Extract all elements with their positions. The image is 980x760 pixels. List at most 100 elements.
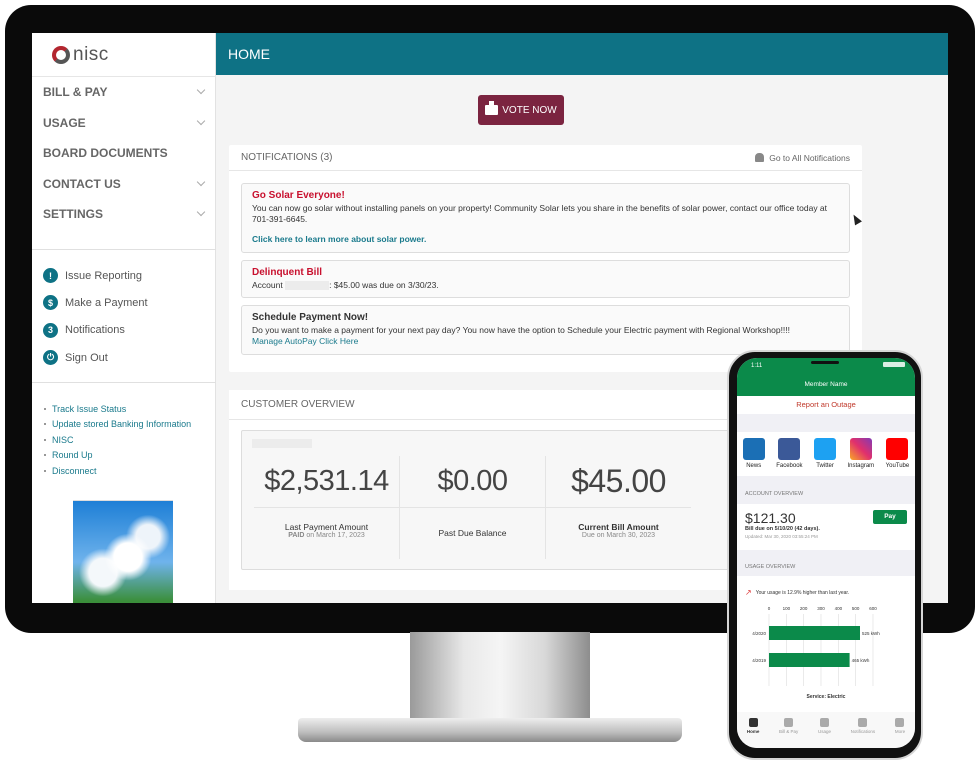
quick-make-a-payment[interactable]: $ Make a Payment bbox=[32, 289, 216, 316]
x-tick-label: 100 bbox=[783, 606, 791, 611]
chevron-down-icon bbox=[196, 86, 206, 95]
usage-overview-title: USAGE OVERVIEW bbox=[745, 564, 796, 570]
youtube-icon bbox=[886, 438, 909, 460]
facebook-icon bbox=[778, 438, 801, 460]
nav-usage[interactable]: USAGE bbox=[32, 108, 216, 139]
notification-delinquent: Delinquent Bill Account : $45.00 was due… bbox=[241, 260, 850, 298]
social-links: News Facebook Twitter Instagram YouTube bbox=[737, 432, 915, 476]
home-icon bbox=[748, 718, 758, 727]
go-to-all-notifications-link[interactable]: Go to All Notifications bbox=[755, 153, 850, 163]
link-update-stored-banking-information[interactable]: Update stored Banking Information bbox=[44, 417, 216, 433]
sky-photo bbox=[73, 500, 173, 603]
nav-settings[interactable]: SETTINGS bbox=[32, 199, 216, 230]
nav-label: CONTACT US bbox=[43, 176, 121, 191]
x-tick-label: 600 bbox=[869, 606, 877, 611]
data-label: 525 kWh bbox=[862, 631, 880, 636]
notification-body: You can now go solar without installing … bbox=[252, 203, 828, 224]
phone-frame: 1:11 Member Name Report an Outage News Fa… bbox=[727, 350, 923, 760]
link-disconnect[interactable]: Disconnect bbox=[44, 463, 216, 479]
pay-button[interactable]: Pay bbox=[873, 510, 907, 524]
chevron-down-icon bbox=[196, 208, 206, 217]
data-label: 465 kWh bbox=[852, 658, 870, 663]
notifications-icon bbox=[858, 718, 868, 727]
phone-screen: 1:11 Member Name Report an Outage News Fa… bbox=[737, 358, 915, 748]
redacted-account-name bbox=[252, 439, 312, 448]
nav-label: BOARD DOCUMENTS bbox=[43, 146, 168, 161]
nav-contact-us[interactable]: CONTACT US bbox=[32, 169, 216, 200]
tab-notifications[interactable]: Notifications bbox=[851, 718, 875, 748]
tab-label: Home bbox=[746, 729, 760, 734]
x-tick-label: 300 bbox=[817, 606, 825, 611]
tab-more[interactable]: More bbox=[895, 718, 905, 748]
x-tick-label: 500 bbox=[852, 606, 860, 611]
go-all-label: Go to All Notifications bbox=[769, 152, 850, 163]
overview-title: CUSTOMER OVERVIEW bbox=[241, 399, 355, 410]
x-tick-label: 0 bbox=[768, 606, 771, 611]
updated-time: Updated: Mar 30, 2020 03:55:24 PM bbox=[745, 534, 818, 539]
quick-label: Make a Payment bbox=[65, 296, 148, 309]
nisc-logo[interactable]: nisc bbox=[52, 43, 109, 67]
nav-label: SETTINGS bbox=[43, 207, 104, 222]
quick-actions: ! Issue Reporting $ Make a Payment 3 Notifica… bbox=[32, 249, 216, 371]
vote-now-button[interactable]: VOTE NOW bbox=[478, 95, 564, 125]
notification-body: Do you want to make a payment for your n… bbox=[252, 325, 791, 335]
notification-body: : $45.00 was due on 3/30/23. bbox=[329, 280, 439, 290]
link-track-issue-status[interactable]: Track Issue Status bbox=[44, 401, 216, 417]
main-nav: BILL & PAY USAGE BOARD DOCUMENTS CONTACT US… bbox=[32, 76, 216, 230]
nav-label: BILL & PAY bbox=[43, 85, 108, 100]
tab-label: Bill & Pay bbox=[779, 729, 799, 734]
report-outage-button[interactable]: Report an Outage bbox=[737, 396, 915, 414]
social-youtube[interactable]: YouTube bbox=[886, 438, 909, 476]
last-payment: $2,531.14 Last Payment Amount PAID on Marc… bbox=[254, 456, 399, 559]
social-instagram[interactable]: Instagram bbox=[848, 438, 874, 476]
current-bill: $45.00 Current Bill Amount Due on March 30… bbox=[546, 456, 691, 559]
notification-solar: Go Solar Everyone! You can now go solar … bbox=[241, 183, 850, 253]
nav-board-documents[interactable]: BOARD DOCUMENTS bbox=[32, 138, 216, 169]
chevron-down-icon bbox=[196, 177, 206, 186]
page-title: HOME bbox=[216, 33, 948, 75]
vote-label: VOTE NOW bbox=[502, 104, 557, 116]
quick-notifications[interactable]: 3 Notifications bbox=[32, 317, 216, 344]
solar-learn-more-link[interactable]: Click here to learn more about solar pow… bbox=[252, 234, 839, 245]
nav-bill-pay[interactable]: BILL & PAY bbox=[32, 77, 216, 108]
link-round-up[interactable]: Round Up bbox=[44, 448, 216, 464]
link-nisc[interactable]: NISC bbox=[44, 432, 216, 448]
quick-issue-reporting[interactable]: ! Issue Reporting bbox=[32, 262, 216, 289]
amount: $45.00 bbox=[546, 456, 691, 508]
tab-bill-pay[interactable]: Bill & Pay bbox=[779, 718, 798, 748]
usage-icon bbox=[819, 718, 829, 727]
social-news[interactable]: News bbox=[742, 438, 765, 476]
chevron-down-icon bbox=[196, 116, 206, 125]
speaker-notch bbox=[811, 361, 839, 364]
account-overview-title: ACCOUNT OVERVIEW bbox=[745, 491, 804, 497]
overview-panel: $2,531.14 Last Payment Amount PAID on Marc… bbox=[241, 430, 741, 570]
manage-autopay-link[interactable]: Manage AutoPay Click Here bbox=[252, 336, 839, 347]
tab-usage[interactable]: Usage bbox=[818, 718, 831, 748]
redacted-account-number bbox=[285, 281, 330, 291]
tab-label: More bbox=[894, 729, 906, 734]
quick-sign-out[interactable]: ⏻ Sign Out bbox=[32, 344, 216, 371]
monitor-base bbox=[298, 718, 682, 742]
news-icon bbox=[742, 438, 765, 460]
make-a-payment-icon: $ bbox=[43, 295, 58, 311]
logo-text: nisc bbox=[73, 44, 109, 65]
amount: $2,531.14 bbox=[254, 456, 399, 508]
tab-home[interactable]: Home bbox=[746, 718, 760, 748]
amount: $0.00 bbox=[400, 456, 545, 508]
social-twitter[interactable]: Twitter bbox=[814, 438, 837, 476]
quick-label: Issue Reporting bbox=[65, 269, 143, 282]
status-time: 1:11 bbox=[751, 363, 763, 369]
instagram-icon bbox=[849, 438, 872, 460]
past-due: $0.00 Past Due Balance bbox=[400, 456, 545, 559]
label: Last Payment Amount bbox=[284, 522, 369, 532]
x-tick-label: 200 bbox=[800, 606, 808, 611]
more-icon bbox=[895, 718, 905, 727]
notifications-card: NOTIFICATIONS (3) Go to All Notification… bbox=[229, 145, 862, 372]
chart-caption: Service: Electric bbox=[806, 694, 846, 700]
notification-schedule-payment: Schedule Payment Now! Do you want to mak… bbox=[241, 305, 850, 355]
sub: Due on March 30, 2023 bbox=[581, 532, 656, 539]
nav-label: USAGE bbox=[43, 115, 86, 130]
social-facebook[interactable]: Facebook bbox=[776, 438, 803, 476]
quick-label: Sign Out bbox=[65, 351, 108, 364]
sidebar: nisc BILL & PAY USAGE BOARD DOCUMENTS CONTA… bbox=[32, 33, 216, 603]
